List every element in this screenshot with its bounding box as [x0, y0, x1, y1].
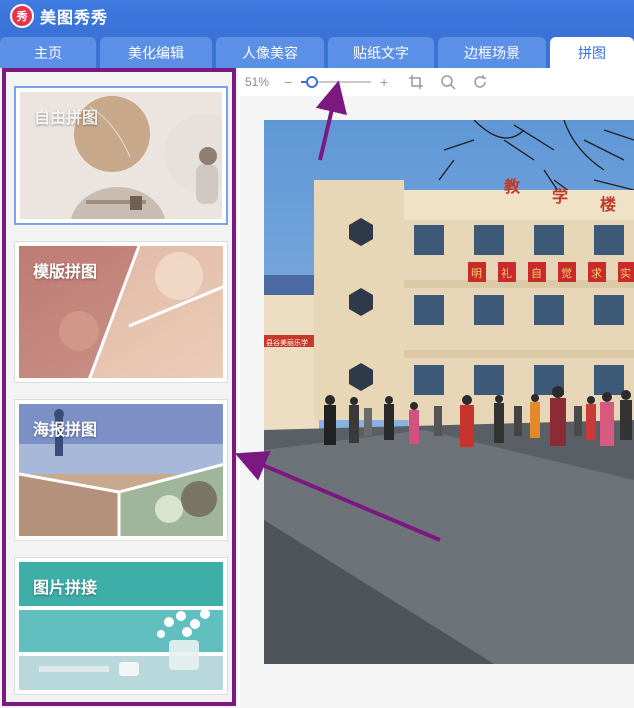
arrow-to-panel: [234, 451, 441, 542]
annotation-arrows: [234, 80, 441, 542]
arrow-to-zoom-slider: [315, 80, 347, 161]
